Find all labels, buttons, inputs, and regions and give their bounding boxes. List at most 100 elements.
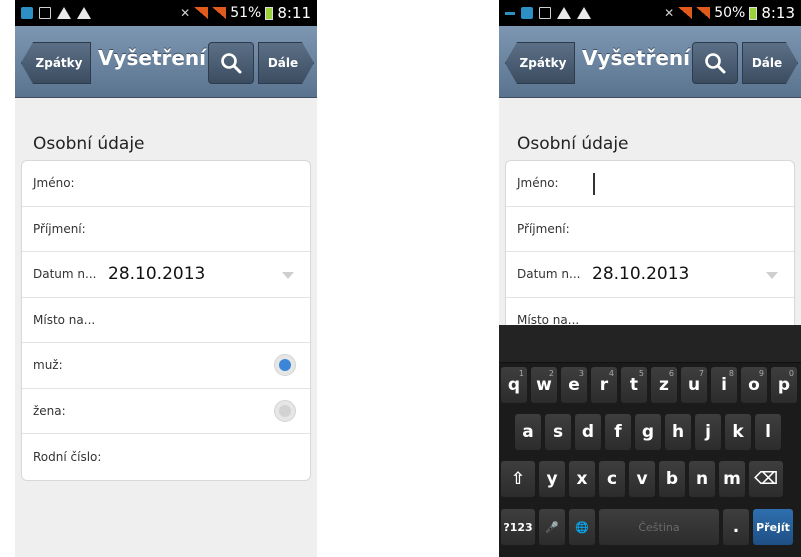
personal-info-form: Jméno: Příjmení: Datum n... 28.10.2013 M… bbox=[505, 160, 795, 344]
warning-icon bbox=[577, 7, 591, 19]
personal-info-form: Jméno: Příjmení: Datum n... 28.10.2013 M… bbox=[21, 160, 311, 481]
birth-number-field[interactable]: Rodní číslo: bbox=[22, 434, 310, 480]
gender-male-option[interactable]: muž: bbox=[22, 343, 310, 389]
back-button[interactable]: Zpátky bbox=[21, 42, 91, 84]
key-a[interactable]: a bbox=[515, 414, 541, 450]
key-s[interactable]: s bbox=[545, 414, 571, 450]
last-name-field[interactable]: Příjmení: bbox=[506, 207, 794, 252]
key-y[interactable]: y bbox=[539, 461, 565, 497]
birth-date-select[interactable]: Datum n... 28.10.2013 bbox=[22, 252, 310, 298]
key-z[interactable]: 6z bbox=[651, 367, 677, 403]
nav-bar: Zpátky Vyšetření Dále bbox=[15, 26, 317, 98]
field-label: Příjmení: bbox=[517, 221, 570, 236]
key-t[interactable]: 5t bbox=[621, 367, 647, 403]
keyboard-row-1: 1q 2w 3e 4r 5t 6z 7u 8i 9o 0p bbox=[501, 367, 797, 403]
birth-date-select[interactable]: Datum n... 28.10.2013 bbox=[506, 252, 794, 298]
key-m[interactable]: m bbox=[719, 461, 745, 497]
period-key[interactable]: . bbox=[723, 509, 749, 545]
search-icon bbox=[705, 53, 726, 74]
key-f[interactable]: f bbox=[605, 414, 631, 450]
field-label: Rodní číslo: bbox=[33, 449, 102, 464]
field-label: Jméno: bbox=[517, 176, 559, 191]
key-o[interactable]: 9o bbox=[741, 367, 767, 403]
key-i[interactable]: 8i bbox=[711, 367, 737, 403]
key-e[interactable]: 3e bbox=[561, 367, 587, 403]
backspace-key[interactable]: ⌫ bbox=[749, 461, 783, 497]
signal-icon bbox=[696, 7, 711, 19]
keyboard-row-2: a s d f g h j k l bbox=[515, 414, 781, 450]
key-j[interactable]: j bbox=[695, 414, 721, 450]
globe-icon: 🌐 bbox=[575, 520, 589, 534]
radio-selected-icon[interactable] bbox=[274, 354, 296, 376]
next-button[interactable]: Dále bbox=[258, 42, 314, 84]
phone-screen-right: ✕ 50% 8:13 Zpátky Vyšetření Dále Osobní … bbox=[499, 0, 801, 557]
go-key[interactable]: Přejít bbox=[753, 509, 793, 545]
key-q[interactable]: 1q bbox=[501, 367, 527, 403]
mute-icon: ✕ bbox=[664, 6, 675, 20]
key-p[interactable]: 0p bbox=[771, 367, 797, 403]
mute-icon: ✕ bbox=[180, 6, 191, 20]
key-r[interactable]: 4r bbox=[591, 367, 617, 403]
shift-key[interactable]: ⇧ bbox=[501, 461, 535, 497]
space-key[interactable]: Čeština bbox=[599, 509, 719, 545]
next-button[interactable]: Dále bbox=[742, 42, 798, 84]
search-button[interactable] bbox=[208, 42, 254, 84]
key-u[interactable]: 7u bbox=[681, 367, 707, 403]
microphone-icon: 🎤 bbox=[545, 520, 559, 534]
back-button[interactable]: Zpátky bbox=[505, 42, 575, 84]
key-l[interactable]: l bbox=[755, 414, 781, 450]
status-bar: ✕ 51% 8:11 bbox=[15, 0, 317, 26]
keyboard-row-4: ?123 🎤 🌐 Čeština . Přejít bbox=[501, 509, 793, 545]
battery-icon bbox=[265, 6, 274, 20]
gender-female-option[interactable]: žena: bbox=[22, 389, 310, 434]
key-g[interactable]: g bbox=[635, 414, 661, 450]
warning-icon bbox=[57, 7, 71, 19]
status-bar: ✕ 50% 8:13 bbox=[499, 0, 801, 26]
mic-key[interactable]: 🎤 bbox=[539, 509, 565, 545]
first-name-field[interactable]: Jméno: bbox=[22, 161, 310, 207]
radio-unselected-icon[interactable] bbox=[274, 399, 296, 422]
field-label: Příjmení: bbox=[33, 221, 86, 236]
page-title: Vyšetření bbox=[97, 46, 207, 70]
warning-icon bbox=[77, 7, 91, 19]
last-name-field[interactable]: Příjmení: bbox=[22, 207, 310, 252]
key-k[interactable]: k bbox=[725, 414, 751, 450]
birth-date-value: 28.10.2013 bbox=[592, 264, 690, 285]
search-button[interactable] bbox=[692, 42, 738, 84]
key-v[interactable]: v bbox=[629, 461, 655, 497]
keyboard-row-3: ⇧ y x c v b n m ⌫ bbox=[501, 461, 783, 497]
symbols-key[interactable]: ?123 bbox=[501, 509, 535, 545]
first-name-field[interactable]: Jméno: bbox=[506, 161, 794, 207]
key-b[interactable]: b bbox=[659, 461, 685, 497]
battery-icon bbox=[749, 6, 758, 20]
key-x[interactable]: x bbox=[569, 461, 595, 497]
birth-place-field[interactable]: Místo na... bbox=[22, 298, 310, 343]
image-notification-icon bbox=[39, 7, 51, 19]
on-screen-keyboard: 1q 2w 3e 4r 5t 6z 7u 8i 9o 0p a s d f g … bbox=[499, 325, 801, 557]
field-label: Datum n... bbox=[517, 267, 581, 282]
page-title: Vyšetření bbox=[581, 46, 691, 70]
warning-icon bbox=[557, 7, 571, 19]
field-label: žena: bbox=[33, 403, 66, 418]
key-d[interactable]: d bbox=[575, 414, 601, 450]
notification-icon bbox=[21, 7, 33, 19]
language-key[interactable]: 🌐 bbox=[569, 509, 595, 545]
field-label: muž: bbox=[33, 358, 63, 373]
chevron-down-icon bbox=[766, 272, 778, 279]
chevron-down-icon bbox=[282, 272, 294, 279]
key-n[interactable]: n bbox=[689, 461, 715, 497]
key-h[interactable]: h bbox=[665, 414, 691, 450]
birth-date-value: 28.10.2013 bbox=[108, 264, 206, 285]
notification-icon bbox=[505, 11, 515, 15]
battery-percent: 50% bbox=[714, 5, 746, 21]
search-icon bbox=[221, 53, 242, 74]
section-title: Osobní údaje bbox=[33, 134, 145, 154]
section-title: Osobní údaje bbox=[517, 134, 629, 154]
suggestion-strip bbox=[499, 325, 801, 363]
signal-icon bbox=[212, 7, 227, 19]
image-notification-icon bbox=[539, 7, 551, 19]
key-c[interactable]: c bbox=[599, 461, 625, 497]
clock: 8:13 bbox=[761, 4, 795, 22]
key-w[interactable]: 2w bbox=[531, 367, 557, 403]
signal-icon bbox=[678, 7, 693, 19]
